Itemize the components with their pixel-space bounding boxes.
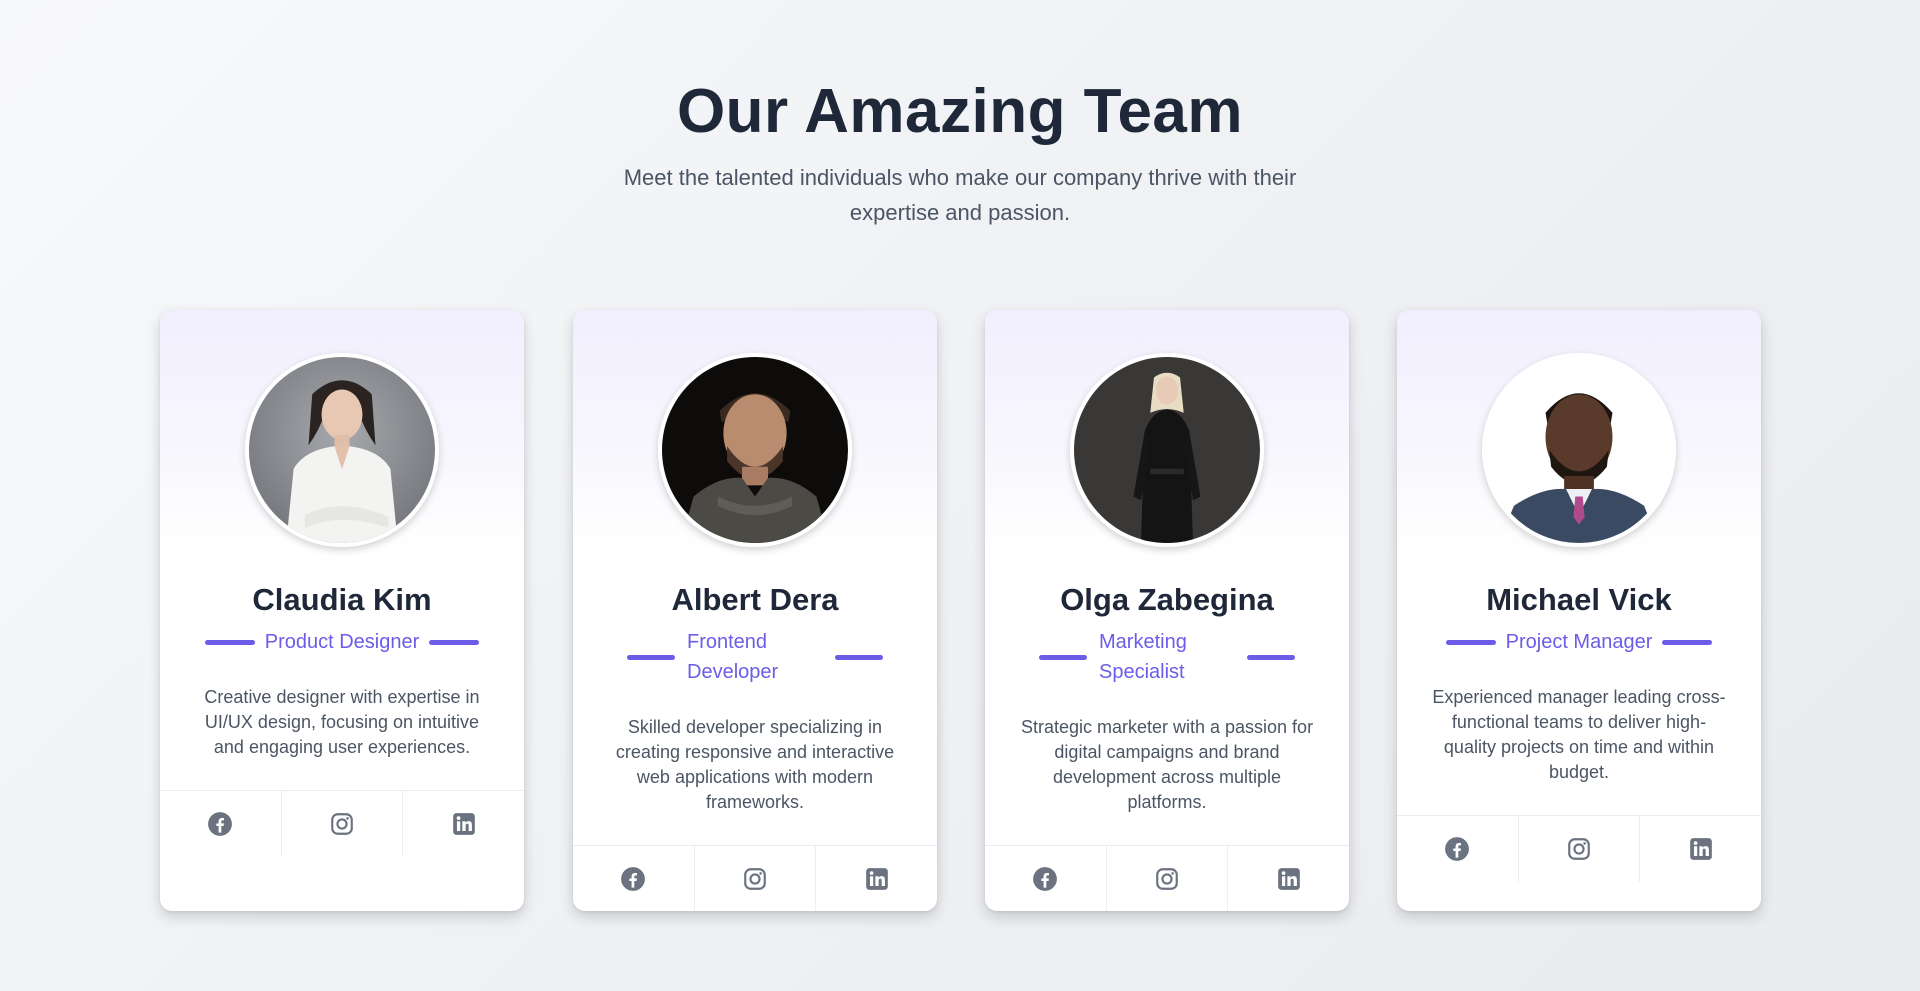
man-knit-sweater-photo [662,357,848,543]
social-links [160,790,524,857]
social-links [985,845,1349,911]
team-card-olga-zabegina: Olga Zabegina Marketing Specialist Strat… [985,310,1349,911]
role-row: Project Manager [1433,627,1725,657]
social-links [1397,815,1761,882]
member-role: Frontend Developer [687,631,779,683]
facebook-link[interactable] [985,846,1107,911]
avatar [1482,353,1676,547]
linkedin-icon [1689,838,1712,860]
member-name: Michael Vick [1486,582,1672,617]
team-card-michael-vick: Michael Vick Project Manager Experienced… [1397,310,1761,911]
avatar [1070,353,1264,547]
role-row: Marketing Specialist [1021,627,1313,687]
woman-black-suit-photo [1074,357,1260,543]
social-links [573,845,937,911]
role-divider-right [1247,654,1295,660]
member-description: Skilled developer specializing in creati… [615,717,895,812]
member-role: Marketing Specialist [1099,631,1187,683]
avatar [658,353,852,547]
page-subtitle: Meet the talented individuals who make o… [623,165,1297,225]
facebook-icon [208,812,233,836]
linkedin-link[interactable] [1228,846,1349,911]
instagram-link[interactable] [1519,816,1641,882]
role-divider-left [204,639,255,645]
instagram-link[interactable] [282,791,404,857]
facebook-link[interactable] [160,791,282,857]
woman-white-shirt-photo [249,357,435,543]
role-divider-right [429,639,480,645]
facebook-icon [1033,867,1058,891]
member-name: Albert Dera [671,582,839,617]
linkedin-icon [452,813,475,835]
instagram-link[interactable] [695,846,817,911]
role-row: Frontend Developer [609,627,901,687]
instagram-icon [1568,838,1590,860]
role-divider-right [1662,639,1713,645]
member-role: Project Manager [1505,631,1653,653]
linkedin-link[interactable] [816,846,937,911]
member-role: Product Designer [264,631,420,653]
instagram-icon [331,813,353,835]
facebook-link[interactable] [1397,816,1519,882]
member-name: Claudia Kim [252,582,432,617]
team-section: Our Amazing Team Meet the talented indiv… [0,0,1920,991]
avatar [245,353,439,547]
member-description: Creative designer with expertise in UI/U… [204,687,480,757]
role-divider-left [1039,654,1087,660]
team-card-claudia-kim: Claudia Kim Product Designer Creative de… [160,310,524,911]
facebook-link[interactable] [573,846,695,911]
instagram-icon [744,868,766,890]
linkedin-icon [865,868,888,890]
role-row: Product Designer [196,627,488,657]
linkedin-link[interactable] [403,791,524,857]
instagram-link[interactable] [1107,846,1229,911]
facebook-icon [1445,837,1470,861]
team-card-albert-dera: Albert Dera Frontend Developer Skilled d… [573,310,937,911]
facebook-icon [621,867,646,891]
linkedin-link[interactable] [1640,816,1761,882]
member-name: Olga Zabegina [1060,582,1274,617]
man-suit-tie-photo [1486,357,1672,543]
role-divider-left [627,654,675,660]
role-divider-left [1445,639,1496,645]
member-description: Strategic marketer with a passion for di… [1020,717,1314,812]
linkedin-icon [1277,868,1300,890]
page-title: Our Amazing Team [676,77,1244,146]
instagram-icon [1156,868,1178,890]
member-description: Experienced manager leading cross-functi… [1432,687,1726,782]
role-divider-right [835,654,883,660]
